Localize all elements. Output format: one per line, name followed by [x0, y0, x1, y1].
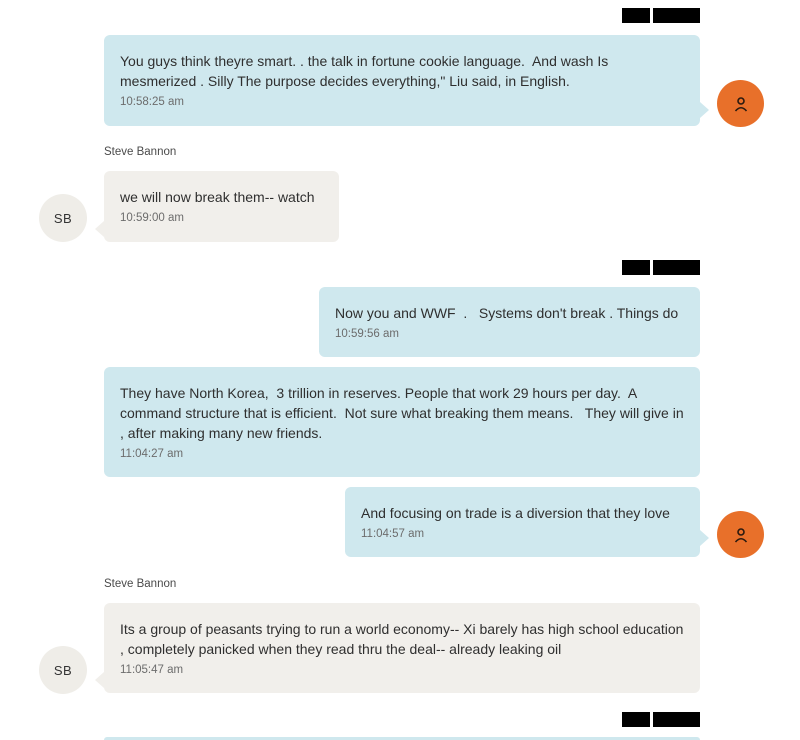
message-bubble-incoming[interactable]: Its a group of peasants trying to run a …: [104, 603, 700, 693]
person-icon: [734, 96, 747, 112]
message-text: we will now break them-- watch: [120, 189, 315, 205]
bubble-tail: [95, 221, 104, 237]
message-text: Now you and WWF . Systems don't break . …: [335, 305, 679, 321]
message-text: Its a group of peasants trying to run a …: [120, 621, 688, 657]
message-timestamp: 10:59:56 am: [335, 328, 399, 340]
sender-name: Steve Bannon: [104, 578, 177, 590]
message-timestamp: 10:59:00 am: [120, 212, 184, 224]
message-timestamp: 11:05:47 am: [120, 664, 184, 676]
redacted-name-block: [653, 260, 700, 275]
message-timestamp: 11:04:27 am: [120, 448, 184, 460]
redacted-name-block: [622, 8, 650, 23]
bubble-tail: [95, 672, 104, 688]
message-timestamp: 10:58:25 am: [120, 96, 184, 108]
message-bubble-outgoing[interactable]: You guys think theyre smart. . the talk …: [104, 35, 700, 126]
message-bubble-outgoing[interactable]: Now you and WWF . Systems don't break . …: [319, 287, 700, 357]
message-text: And focusing on trade is a diversion tha…: [361, 505, 670, 521]
message-bubble-outgoing[interactable]: They have North Korea, 3 trillion in res…: [104, 367, 700, 477]
sender-avatar[interactable]: SB: [39, 646, 87, 694]
message-text: You guys think theyre smart. . the talk …: [120, 53, 613, 89]
redacted-name-block: [622, 712, 650, 727]
message-bubble-incoming[interactable]: we will now break them-- watch 10:59:00 …: [104, 171, 339, 242]
message-text: They have North Korea, 3 trillion in res…: [120, 385, 688, 441]
bubble-tail: [700, 102, 709, 118]
person-icon: [734, 527, 747, 543]
message-bubble-outgoing[interactable]: And focusing on trade is a diversion tha…: [345, 487, 700, 557]
user-avatar[interactable]: [717, 511, 764, 558]
sender-avatar[interactable]: SB: [39, 194, 87, 242]
redacted-name-block: [653, 8, 700, 23]
user-avatar[interactable]: [717, 80, 764, 127]
redacted-name-block: [622, 260, 650, 275]
bubble-tail: [700, 530, 709, 546]
message-timestamp: 11:04:57 am: [361, 528, 425, 540]
redacted-name-block: [653, 712, 700, 727]
sender-name: Steve Bannon: [104, 146, 177, 158]
